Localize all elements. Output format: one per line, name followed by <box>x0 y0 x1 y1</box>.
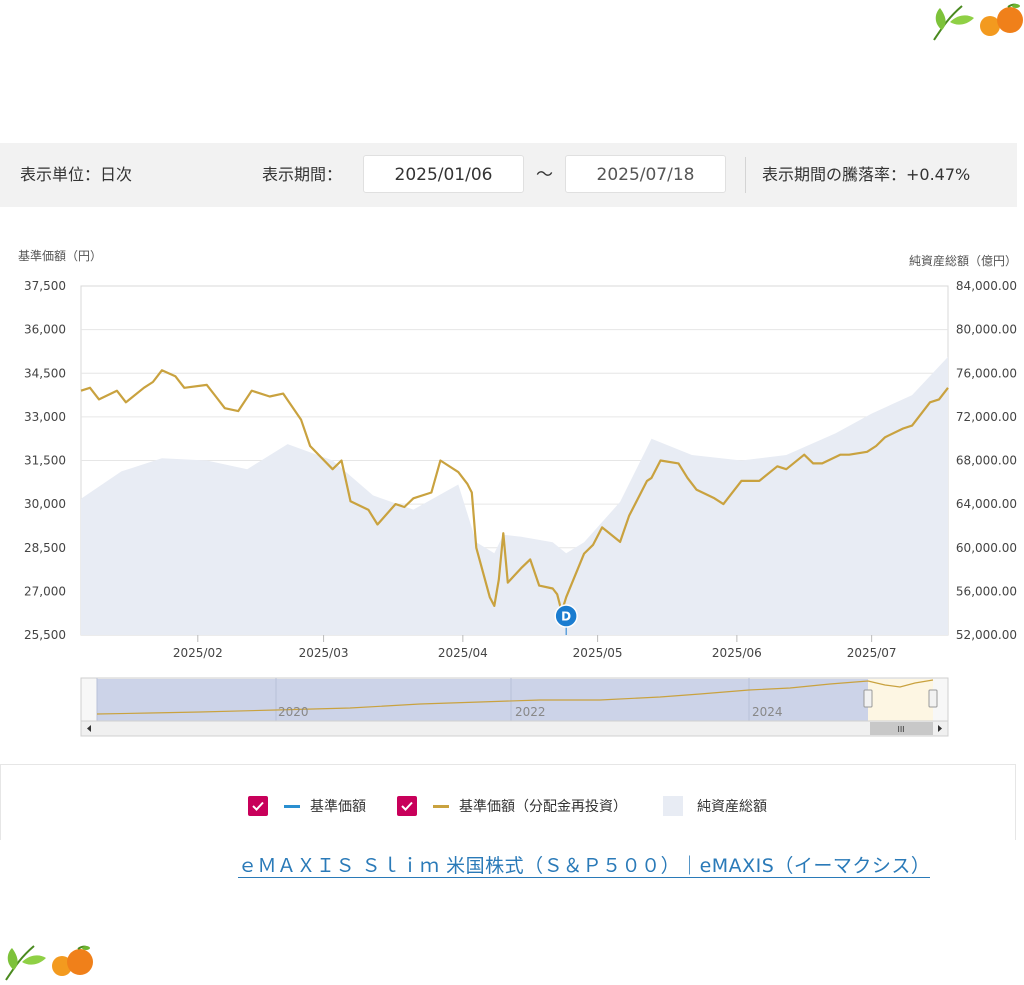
legend-label: 純資産総額 <box>697 799 767 815</box>
x-tick-label: 2025/05 <box>573 646 623 660</box>
x-tick-label: 2025/06 <box>712 646 762 660</box>
x-tick-label: 2025/04 <box>438 646 488 660</box>
distribution-marker-label: D <box>561 610 571 624</box>
leaf-orange-icon <box>933 3 1023 41</box>
y-right-tick-label: 60,000.00 <box>956 541 1017 555</box>
legend-item-nav-reinvested[interactable]: 基準価額（分配金再投資） <box>397 795 627 817</box>
y-left-tick-label: 30,000 <box>24 497 66 511</box>
y-right-tick-label: 68,000.00 <box>956 454 1017 468</box>
y-right-tick-label: 76,000.00 <box>956 366 1017 380</box>
start-date-input[interactable]: 2025/01/06 <box>363 155 524 193</box>
navigator-handle[interactable] <box>863 689 873 708</box>
display-unit-label[interactable]: 表示単位：日次 <box>20 143 132 207</box>
y-left-tick-label: 31,500 <box>24 454 66 468</box>
y-left-tick-label: 27,000 <box>24 584 66 598</box>
y-left-tick-label: 37,500 <box>24 279 66 293</box>
y-right-tick-label: 80,000.00 <box>956 323 1017 337</box>
y-right-tick-label: 52,000.00 <box>956 628 1017 642</box>
period-controls: 表示単位：日次 表示期間： 2025/01/06 〜 2025/07/18 表示… <box>0 143 1017 207</box>
y-left-tick-label: 25,500 <box>24 628 66 642</box>
scrollbar-grip-icon: III <box>897 725 904 734</box>
y-right-tick-label: 84,000.00 <box>956 279 1017 293</box>
navigator-selected-range <box>868 679 933 721</box>
end-date-input[interactable]: 2025/07/18 <box>565 155 726 193</box>
period-change-rate: 表示期間の騰落率：+0.47% <box>762 165 971 184</box>
y-left-tick-label: 34,500 <box>24 366 66 380</box>
y-right-tick-label: 72,000.00 <box>956 410 1017 424</box>
y-right-axis-label: 純資産総額（億円） <box>909 253 1017 268</box>
legend-line-swatch <box>433 804 449 808</box>
controls-divider <box>745 157 746 193</box>
legend-line-swatch <box>284 804 300 808</box>
y-left-tick-label: 28,500 <box>24 541 66 555</box>
navigator-handle[interactable] <box>928 689 938 708</box>
chart-legend: 基準価額 基準価額（分配金再投資） 純資産総額 <box>0 764 1016 840</box>
display-period-label: 表示期間： <box>262 165 343 184</box>
checkbox-checked-icon[interactable] <box>397 796 417 816</box>
legend-area-swatch <box>663 796 683 816</box>
date-range-tilde: 〜 <box>536 165 553 185</box>
checkbox-checked-icon[interactable] <box>248 796 268 816</box>
legend-label: 基準価額 <box>310 799 366 815</box>
x-tick-label: 2025/03 <box>299 646 349 660</box>
navigator-year-label: 2020 <box>278 705 309 719</box>
x-tick-label: 2025/07 <box>847 646 897 660</box>
y-left-tick-label: 33,000 <box>24 410 66 424</box>
navigator-year-label: 2022 <box>515 705 546 719</box>
leaf-orange-icon <box>5 945 93 981</box>
y-right-tick-label: 64,000.00 <box>956 497 1017 511</box>
x-tick-label: 2025/02 <box>173 646 223 660</box>
y-left-tick-label: 36,000 <box>24 323 66 337</box>
navigator-scrollbar <box>80 720 949 737</box>
price-chart[interactable]: 基準価額（円） 純資産総額（億円） 37,500 36,000 34,500 33,0… <box>0 238 1024 743</box>
navigator-year-label: 2024 <box>752 705 783 719</box>
legend-label: 基準価額（分配金再投資） <box>459 799 627 815</box>
legend-item-net-assets[interactable]: 純資産総額 <box>663 795 767 817</box>
y-left-axis-label: 基準価額（円） <box>18 248 102 263</box>
y-right-tick-label: 56,000.00 <box>956 584 1017 598</box>
legend-item-nav[interactable]: 基準価額 <box>248 795 366 817</box>
fund-page-link[interactable]: ｅＭＡＸＩＳ Ｓｌｉｍ 米国株式（Ｓ＆Ｐ５００）｜eMAXIS（イーマクシス） <box>238 855 931 878</box>
